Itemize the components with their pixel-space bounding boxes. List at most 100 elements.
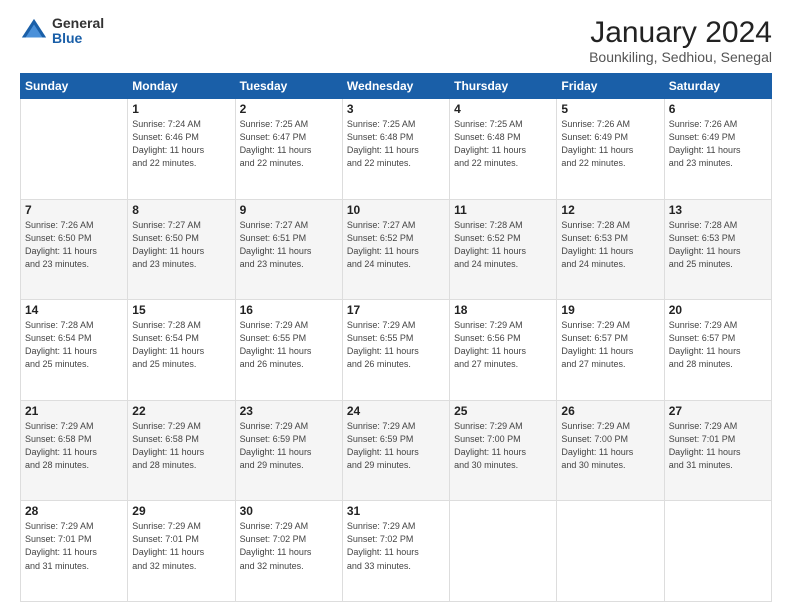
- day-info: Sunrise: 7:29 AM Sunset: 7:01 PM Dayligh…: [669, 420, 767, 472]
- calendar-header-saturday: Saturday: [664, 74, 771, 99]
- day-info: Sunrise: 7:29 AM Sunset: 6:55 PM Dayligh…: [347, 319, 445, 371]
- calendar-cell: 12 Sunrise: 7:28 AM Sunset: 6:53 PM Dayli…: [557, 199, 664, 300]
- day-number: 31: [347, 504, 445, 518]
- calendar-cell: 5 Sunrise: 7:26 AM Sunset: 6:49 PM Daylig…: [557, 99, 664, 200]
- day-info: Sunrise: 7:26 AM Sunset: 6:49 PM Dayligh…: [561, 118, 659, 170]
- calendar-cell: 26Sunrise: 7:29 AM Sunset: 7:00 PM Dayli…: [557, 400, 664, 501]
- day-number: 24: [347, 404, 445, 418]
- day-info: Sunrise: 7:27 AM Sunset: 6:50 PM Dayligh…: [132, 219, 230, 271]
- subtitle: Bounkiling, Sedhiou, Senegal: [589, 49, 772, 65]
- logo-icon: [20, 17, 48, 45]
- calendar-cell: 15 Sunrise: 7:28 AM Sunset: 6:54 PM Dayli…: [128, 300, 235, 401]
- day-number: 14: [25, 303, 123, 317]
- day-number: 16: [240, 303, 338, 317]
- day-info: Sunrise: 7:29 AM Sunset: 7:02 PM Dayligh…: [240, 520, 338, 572]
- calendar-week-row: 28 Sunrise: 7:29 AM Sunset: 7:01 PM Dayli…: [21, 501, 772, 602]
- day-info: Sunrise: 7:29 AM Sunset: 6:55 PM Dayligh…: [240, 319, 338, 371]
- calendar-cell: 17 Sunrise: 7:29 AM Sunset: 6:55 PM Dayli…: [342, 300, 449, 401]
- calendar-week-row: 14 Sunrise: 7:28 AM Sunset: 6:54 PM Dayli…: [21, 300, 772, 401]
- day-number: 19: [561, 303, 659, 317]
- day-number: 10: [347, 203, 445, 217]
- calendar-cell: 6 Sunrise: 7:26 AM Sunset: 6:49 PM Daylig…: [664, 99, 771, 200]
- day-info: Sunrise: 7:26 AM Sunset: 6:49 PM Dayligh…: [669, 118, 767, 170]
- calendar-cell: 30 Sunrise: 7:29 AM Sunset: 7:02 PM Dayli…: [235, 501, 342, 602]
- day-number: 28: [25, 504, 123, 518]
- day-info: Sunrise: 7:28 AM Sunset: 6:54 PM Dayligh…: [25, 319, 123, 371]
- calendar-header-sunday: Sunday: [21, 74, 128, 99]
- day-info: Sunrise: 7:24 AM Sunset: 6:46 PM Dayligh…: [132, 118, 230, 170]
- header: General Blue January 2024 Bounkiling, Se…: [20, 16, 772, 65]
- calendar-header-wednesday: Wednesday: [342, 74, 449, 99]
- calendar-cell: 19 Sunrise: 7:29 AM Sunset: 6:57 PM Dayli…: [557, 300, 664, 401]
- calendar-cell: 1Sunrise: 7:24 AM Sunset: 6:46 PM Daylig…: [128, 99, 235, 200]
- day-number: 3: [347, 102, 445, 116]
- logo-text: General Blue: [52, 16, 104, 47]
- day-number: 11: [454, 203, 552, 217]
- calendar-cell: 23 Sunrise: 7:29 AM Sunset: 6:59 PM Dayli…: [235, 400, 342, 501]
- day-number: 9: [240, 203, 338, 217]
- logo: General Blue: [20, 16, 104, 47]
- day-info: Sunrise: 7:25 AM Sunset: 6:48 PM Dayligh…: [347, 118, 445, 170]
- day-info: Sunrise: 7:27 AM Sunset: 6:52 PM Dayligh…: [347, 219, 445, 271]
- day-info: Sunrise: 7:29 AM Sunset: 6:57 PM Dayligh…: [669, 319, 767, 371]
- day-info: Sunrise: 7:29 AM Sunset: 6:58 PM Dayligh…: [25, 420, 123, 472]
- calendar-header-row: SundayMondayTuesdayWednesdayThursdayFrid…: [21, 74, 772, 99]
- day-info: Sunrise: 7:29 AM Sunset: 7:01 PM Dayligh…: [25, 520, 123, 572]
- day-number: 7: [25, 203, 123, 217]
- day-number: 27: [669, 404, 767, 418]
- day-number: 17: [347, 303, 445, 317]
- calendar-cell: 14 Sunrise: 7:28 AM Sunset: 6:54 PM Dayli…: [21, 300, 128, 401]
- calendar-cell: 11 Sunrise: 7:28 AM Sunset: 6:52 PM Dayli…: [450, 199, 557, 300]
- day-number: 4: [454, 102, 552, 116]
- day-info: Sunrise: 7:28 AM Sunset: 6:53 PM Dayligh…: [561, 219, 659, 271]
- calendar-cell: 28 Sunrise: 7:29 AM Sunset: 7:01 PM Dayli…: [21, 501, 128, 602]
- calendar-cell: [450, 501, 557, 602]
- calendar-cell: 21Sunrise: 7:29 AM Sunset: 6:58 PM Dayli…: [21, 400, 128, 501]
- day-info: Sunrise: 7:29 AM Sunset: 6:59 PM Dayligh…: [347, 420, 445, 472]
- calendar-cell: 8 Sunrise: 7:27 AM Sunset: 6:50 PM Daylig…: [128, 199, 235, 300]
- calendar-cell: 18Sunrise: 7:29 AM Sunset: 6:56 PM Dayli…: [450, 300, 557, 401]
- title-block: January 2024 Bounkiling, Sedhiou, Senega…: [589, 16, 772, 65]
- day-info: Sunrise: 7:29 AM Sunset: 7:02 PM Dayligh…: [347, 520, 445, 572]
- day-info: Sunrise: 7:29 AM Sunset: 6:58 PM Dayligh…: [132, 420, 230, 472]
- calendar-cell: 16 Sunrise: 7:29 AM Sunset: 6:55 PM Dayli…: [235, 300, 342, 401]
- day-number: 18: [454, 303, 552, 317]
- day-info: Sunrise: 7:27 AM Sunset: 6:51 PM Dayligh…: [240, 219, 338, 271]
- calendar-week-row: 1Sunrise: 7:24 AM Sunset: 6:46 PM Daylig…: [21, 99, 772, 200]
- calendar-cell: 10 Sunrise: 7:27 AM Sunset: 6:52 PM Dayli…: [342, 199, 449, 300]
- calendar-header-friday: Friday: [557, 74, 664, 99]
- calendar-cell: 2 Sunrise: 7:25 AM Sunset: 6:47 PM Daylig…: [235, 99, 342, 200]
- calendar-cell: 13Sunrise: 7:28 AM Sunset: 6:53 PM Dayli…: [664, 199, 771, 300]
- day-number: 30: [240, 504, 338, 518]
- day-number: 5: [561, 102, 659, 116]
- day-info: Sunrise: 7:28 AM Sunset: 6:54 PM Dayligh…: [132, 319, 230, 371]
- calendar-header-thursday: Thursday: [450, 74, 557, 99]
- day-info: Sunrise: 7:29 AM Sunset: 6:57 PM Dayligh…: [561, 319, 659, 371]
- logo-blue: Blue: [52, 31, 104, 46]
- day-number: 12: [561, 203, 659, 217]
- day-number: 26: [561, 404, 659, 418]
- day-info: Sunrise: 7:25 AM Sunset: 6:47 PM Dayligh…: [240, 118, 338, 170]
- day-info: Sunrise: 7:25 AM Sunset: 6:48 PM Dayligh…: [454, 118, 552, 170]
- calendar-cell: 25Sunrise: 7:29 AM Sunset: 7:00 PM Dayli…: [450, 400, 557, 501]
- calendar-cell: 20Sunrise: 7:29 AM Sunset: 6:57 PM Dayli…: [664, 300, 771, 401]
- calendar-cell: 4 Sunrise: 7:25 AM Sunset: 6:48 PM Daylig…: [450, 99, 557, 200]
- calendar-week-row: 7Sunrise: 7:26 AM Sunset: 6:50 PM Daylig…: [21, 199, 772, 300]
- calendar-cell: 7Sunrise: 7:26 AM Sunset: 6:50 PM Daylig…: [21, 199, 128, 300]
- day-info: Sunrise: 7:28 AM Sunset: 6:52 PM Dayligh…: [454, 219, 552, 271]
- calendar-cell: 24 Sunrise: 7:29 AM Sunset: 6:59 PM Dayli…: [342, 400, 449, 501]
- logo-general: General: [52, 16, 104, 31]
- day-number: 15: [132, 303, 230, 317]
- page: General Blue January 2024 Bounkiling, Se…: [0, 0, 792, 612]
- day-number: 29: [132, 504, 230, 518]
- calendar-cell: 9 Sunrise: 7:27 AM Sunset: 6:51 PM Daylig…: [235, 199, 342, 300]
- day-info: Sunrise: 7:29 AM Sunset: 6:59 PM Dayligh…: [240, 420, 338, 472]
- calendar-cell: 3 Sunrise: 7:25 AM Sunset: 6:48 PM Daylig…: [342, 99, 449, 200]
- day-info: Sunrise: 7:29 AM Sunset: 7:01 PM Dayligh…: [132, 520, 230, 572]
- day-number: 23: [240, 404, 338, 418]
- day-number: 6: [669, 102, 767, 116]
- day-number: 13: [669, 203, 767, 217]
- day-number: 2: [240, 102, 338, 116]
- day-number: 8: [132, 203, 230, 217]
- calendar-cell: [557, 501, 664, 602]
